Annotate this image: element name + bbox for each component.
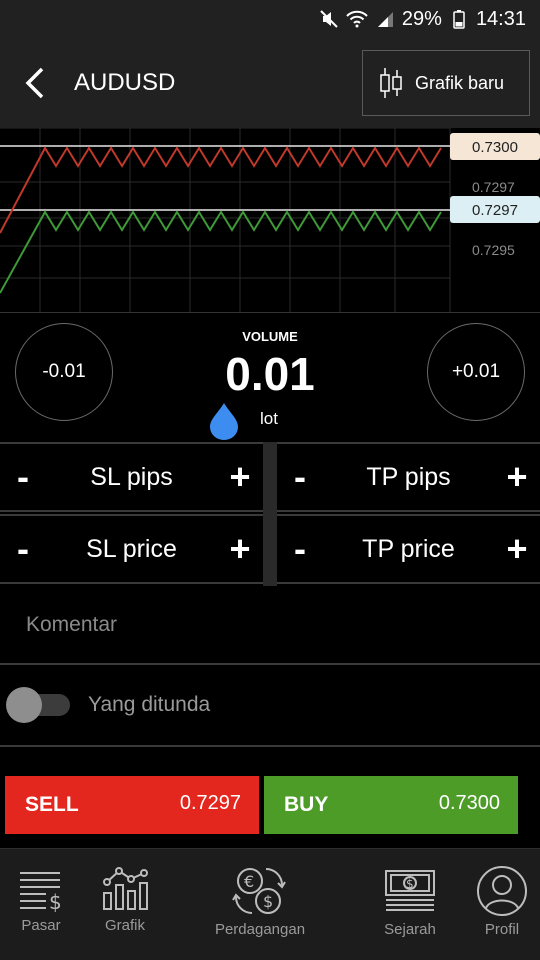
market-icon: $ [20, 872, 62, 913]
axis-tick-label: 0.7297 [472, 179, 515, 195]
nav-label: Grafik [104, 917, 145, 934]
ask-price-tag-text: 0.7300 [472, 139, 518, 156]
tp-price-increase-button[interactable]: + [494, 516, 540, 582]
buy-button[interactable]: BUY 0.7300 [264, 776, 518, 834]
pending-order-row: Yang ditunda [0, 665, 540, 747]
sl-price-control: - SL price + [0, 514, 263, 584]
trade-row: SELL 0.7297 BUY 0.7300 [0, 748, 540, 848]
buy-label: BUY [284, 793, 329, 816]
symbol-title: AUDUSD [74, 69, 176, 96]
tp-pips-control: - TP pips + [277, 442, 540, 512]
buy-price: 0.7300 [438, 791, 500, 814]
battery-percent: 29% [401, 7, 442, 30]
wifi-icon [346, 8, 368, 30]
profile-icon [477, 866, 527, 916]
ask-series-line [0, 145, 442, 234]
candlestick-icon [380, 68, 402, 98]
bid-price-tag: 0.7297 [450, 196, 540, 223]
sl-pips-increase-button[interactable]: + [217, 444, 263, 510]
ask-price-tag: 0.7300 [450, 133, 540, 160]
sl-pips-label[interactable]: SL pips [46, 463, 217, 492]
drop-icon[interactable] [207, 401, 241, 441]
comment-row [0, 587, 540, 665]
nav-item-profile[interactable]: Profil [472, 849, 532, 960]
pending-order-toggle[interactable] [6, 687, 70, 723]
svg-text:$: $ [49, 890, 62, 913]
tp-price-label[interactable]: TP price [323, 535, 494, 564]
nav-label: Pasar [21, 917, 61, 934]
battery-icon [448, 8, 470, 30]
trading-icon: € $ [232, 868, 286, 914]
nav-item-trading[interactable]: € $ Perdagangan [210, 849, 310, 960]
mute-icon [318, 8, 340, 30]
nav-item-market[interactable]: $ Pasar [14, 849, 68, 960]
sl-price-increase-button[interactable]: + [217, 516, 263, 582]
status-bar: 29% 14:31 [0, 0, 540, 38]
sl-price-label[interactable]: SL price [46, 535, 217, 564]
bid-price-tag-text: 0.7297 [472, 202, 518, 219]
app-bar: AUDUSD Grafik baru [0, 38, 540, 128]
axis-tick-label: 0.7295 [472, 242, 515, 258]
sl-pips-control: - SL pips + [0, 442, 263, 512]
pending-order-label: Yang ditunda [88, 693, 211, 716]
sell-button[interactable]: SELL 0.7297 [5, 776, 259, 834]
increase-volume-button[interactable]: +0.01 [427, 323, 525, 421]
tp-price-control: - TP price + [277, 514, 540, 584]
back-arrow-icon [25, 67, 44, 99]
price-chart[interactable]: 0.7300 0.7297 0.7297 0.7295 [0, 128, 540, 312]
bottom-nav: $ Pasar Grafik € $ Perdagangan $ Sejarah [0, 848, 540, 960]
back-button[interactable] [0, 38, 68, 128]
tp-pips-decrease-button[interactable]: - [277, 444, 323, 510]
new-chart-button[interactable]: Grafik baru [362, 50, 530, 116]
nav-label: Perdagangan [214, 921, 306, 938]
sl-pips-decrease-button[interactable]: - [0, 444, 46, 510]
sl-price-decrease-button[interactable]: - [0, 516, 46, 582]
svg-text:$: $ [263, 892, 273, 911]
nav-item-history[interactable]: $ Sejarah [380, 849, 440, 960]
bid-series-line [0, 210, 442, 294]
nav-label: Profil [484, 921, 520, 938]
controls-divider [263, 442, 277, 586]
nav-item-chart[interactable]: Grafik [98, 849, 152, 960]
tp-pips-increase-button[interactable]: + [494, 444, 540, 510]
chart-icon [103, 867, 148, 910]
svg-text:€: € [244, 872, 254, 891]
nav-label: Sejarah [384, 921, 436, 938]
tp-pips-label[interactable]: TP pips [323, 463, 494, 492]
new-chart-label: Grafik baru [415, 72, 505, 93]
history-icon: $ [385, 870, 435, 911]
sell-price: 0.7297 [179, 791, 241, 814]
comment-input[interactable] [26, 613, 506, 637]
volume-unit: lot [260, 409, 278, 428]
svg-text:$: $ [406, 877, 414, 891]
volume-section: -0.01 VOLUME 0.01 lot +0.01 [0, 312, 540, 442]
signal-icon [374, 8, 396, 30]
clock: 14:31 [475, 7, 526, 30]
tp-price-decrease-button[interactable]: - [277, 516, 323, 582]
sell-label: SELL [25, 793, 79, 816]
